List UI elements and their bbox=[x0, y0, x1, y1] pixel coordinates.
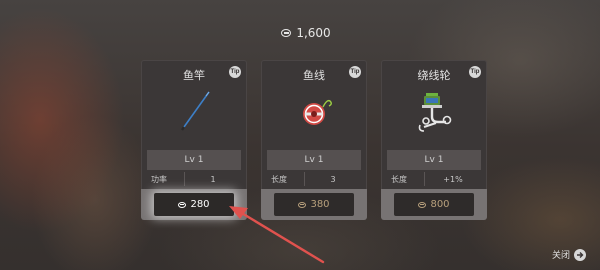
close-button[interactable]: 关闭 bbox=[552, 248, 587, 261]
fishing-reel-icon bbox=[418, 93, 452, 132]
upgrade-line-button[interactable]: 380 bbox=[274, 193, 354, 216]
currency-display: 1,600 bbox=[274, 22, 338, 44]
stat-value: 3 bbox=[330, 174, 336, 184]
upgrade-cost: 800 bbox=[430, 199, 450, 210]
upgrade-cost: 280 bbox=[190, 199, 210, 210]
upgrade-area: 380 bbox=[261, 189, 367, 220]
level-indicator: Lv 1 bbox=[267, 150, 361, 170]
close-label: 关闭 bbox=[552, 251, 571, 261]
level-indicator: Lv 1 bbox=[387, 150, 481, 170]
upgrade-area: 280 bbox=[141, 189, 247, 220]
upgrade-card-reel: 绕线轮 Tip Lv 1 长度 +1% 800 bbox=[381, 60, 487, 220]
coin-icon bbox=[281, 29, 292, 37]
upgrade-reel-button[interactable]: 800 bbox=[394, 193, 474, 216]
stat-value: 1 bbox=[210, 174, 216, 184]
stat-row: 长度 +1% bbox=[387, 172, 481, 186]
tip-icon[interactable]: Tip bbox=[469, 66, 481, 78]
stat-name: 功率 bbox=[147, 172, 185, 186]
upgrade-card-rod: 鱼竿 Tip Lv 1 功率 1 280 bbox=[141, 60, 247, 220]
stat-value: +1% bbox=[443, 174, 463, 184]
stat-row: 长度 3 bbox=[267, 172, 361, 186]
upgrade-cost: 380 bbox=[310, 199, 330, 210]
fishing-line-spool-icon bbox=[303, 99, 332, 125]
fishing-rod-icon bbox=[181, 91, 210, 131]
tip-icon[interactable]: Tip bbox=[229, 66, 241, 78]
coin-icon bbox=[418, 201, 427, 208]
currency-amount: 1,600 bbox=[296, 26, 331, 40]
stat-name: 长度 bbox=[387, 172, 425, 186]
coin-icon bbox=[178, 201, 187, 208]
stat-name: 长度 bbox=[267, 172, 305, 186]
stat-row: 功率 1 bbox=[147, 172, 241, 186]
upgrade-rod-button[interactable]: 280 bbox=[154, 193, 234, 216]
level-indicator: Lv 1 bbox=[147, 150, 241, 170]
tip-icon[interactable]: Tip bbox=[349, 66, 361, 78]
upgrade-area: 800 bbox=[381, 189, 487, 220]
upgrade-card-line: 鱼线 Tip Lv 1 长度 3 380 bbox=[261, 60, 367, 220]
arrow-right-icon bbox=[574, 248, 587, 261]
coin-icon bbox=[298, 201, 307, 208]
